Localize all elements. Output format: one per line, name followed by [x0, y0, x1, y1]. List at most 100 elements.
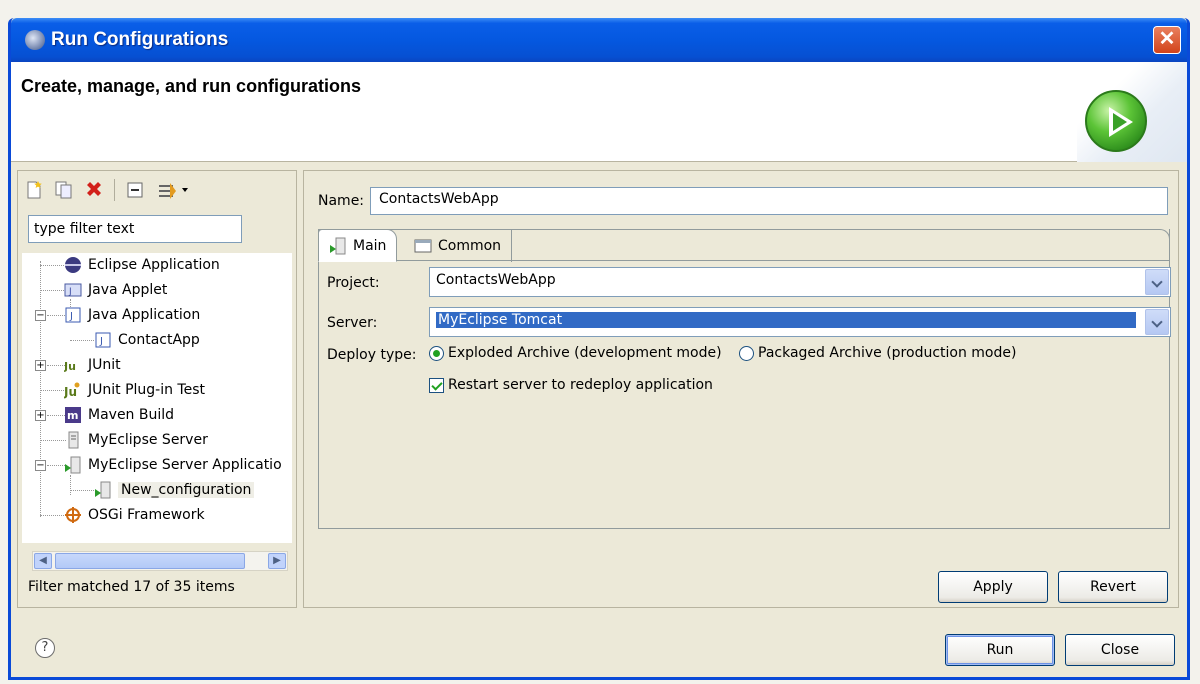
- restart-server-option[interactable]: Restart server to redeploy application: [429, 377, 713, 393]
- tab-content: Project: ContactsWebApp Server: MyEclips…: [318, 229, 1171, 529]
- tree-item-label: JUnit: [88, 357, 121, 373]
- filter-icon: [159, 183, 188, 199]
- deploy-packaged-option[interactable]: Packaged Archive (production mode): [739, 345, 1016, 361]
- tree-item-contactapp[interactable]: J ContactApp: [94, 328, 200, 352]
- close-button[interactable]: Close: [1065, 634, 1175, 666]
- chevron-down-icon[interactable]: [1145, 269, 1169, 295]
- delete-config-button[interactable]: [82, 178, 106, 202]
- tree-item-junit[interactable]: Ju JUnit: [64, 353, 121, 377]
- tree-item-new-configuration[interactable]: New_configuration: [94, 478, 255, 502]
- osgi-icon: [65, 507, 81, 523]
- junit-icon: Ju: [64, 360, 76, 373]
- filter-menu-button[interactable]: [153, 178, 193, 202]
- collapse-all-button[interactable]: [123, 178, 147, 202]
- config-toolbar: [22, 175, 193, 205]
- window-title: Run Configurations: [51, 29, 229, 50]
- tab-main-label: Main: [353, 237, 387, 254]
- new-config-button[interactable]: [22, 178, 46, 202]
- help-icon[interactable]: ?: [35, 638, 55, 658]
- tree-item-label: Eclipse Application: [88, 257, 220, 273]
- title-bar[interactable]: Run Configurations ✕: [11, 18, 1187, 62]
- server-value: MyEclipse Tomcat: [436, 312, 1136, 328]
- collapse-toggle[interactable]: −: [35, 460, 46, 471]
- tab-common-label: Common: [438, 238, 502, 254]
- tree-item-label: JUnit Plug-in Test: [88, 382, 206, 398]
- server-select[interactable]: MyEclipse Tomcat: [429, 307, 1171, 337]
- configuration-tree: Eclipse Application J Java Applet − J Ja…: [22, 253, 292, 543]
- tree-item-junit-plugin-test[interactable]: Ju JUnit Plug-in Test: [64, 378, 205, 402]
- run-button[interactable]: Run: [945, 634, 1055, 666]
- delete-icon: [87, 182, 101, 196]
- eclipse-app-icon: [65, 257, 81, 273]
- server-icon: [68, 431, 79, 449]
- tree-item-label: New_configuration: [118, 482, 255, 498]
- server-label: Server:: [327, 315, 378, 331]
- chevron-down-icon[interactable]: [1145, 309, 1169, 335]
- java-applet-icon: J: [64, 283, 82, 297]
- tree-item-label: MyEclipse Server Applicatio: [88, 457, 282, 473]
- tab-common[interactable]: Common: [404, 230, 513, 262]
- exploded-label: Exploded Archive (development mode): [448, 345, 722, 361]
- filter-input[interactable]: [28, 215, 242, 243]
- scroll-left-icon[interactable]: ◀: [34, 553, 52, 569]
- server-app-icon: [95, 481, 111, 499]
- tree-item-eclipse-application[interactable]: Eclipse Application: [64, 253, 220, 277]
- revert-button[interactable]: Revert: [1058, 571, 1168, 603]
- toolbar-separator: [114, 179, 115, 201]
- svg-text:J: J: [69, 311, 73, 322]
- junit-plugin-icon: Ju: [64, 382, 80, 399]
- svg-text:Ju: Ju: [64, 385, 77, 399]
- deploy-type-label: Deploy type:: [327, 347, 417, 363]
- server-app-icon: [65, 456, 81, 474]
- run-configurations-window: Run Configurations ✕ Create, manage, and…: [8, 18, 1190, 680]
- packaged-radio[interactable]: [739, 345, 754, 361]
- tree-guide: [70, 475, 71, 495]
- maven-icon: m: [65, 407, 81, 423]
- common-tab-icon: [414, 239, 432, 253]
- exploded-radio[interactable]: [429, 345, 444, 361]
- tree-item-label: Java Applet: [88, 282, 168, 298]
- java-class-icon: J: [95, 332, 111, 348]
- project-select[interactable]: ContactsWebApp: [429, 267, 1171, 297]
- tree-item-java-application[interactable]: J Java Application: [64, 303, 200, 327]
- configuration-list-panel: Eclipse Application J Java Applet − J Ja…: [17, 170, 297, 608]
- tree-item-osgi-framework[interactable]: OSGi Framework: [64, 503, 205, 527]
- svg-text:J: J: [68, 287, 72, 297]
- tree-horizontal-scrollbar[interactable]: ◀ ▶: [32, 551, 288, 571]
- project-value: ContactsWebApp: [436, 272, 556, 288]
- expand-toggle[interactable]: +: [35, 360, 46, 371]
- apply-button[interactable]: Apply: [938, 571, 1048, 603]
- tree-item-myeclipse-server[interactable]: MyEclipse Server: [64, 428, 208, 452]
- scroll-thumb[interactable]: [55, 553, 245, 569]
- tree-item-label: Maven Build: [88, 407, 175, 423]
- server-app-icon: [330, 237, 346, 254]
- tree-item-label: Java Application: [88, 307, 201, 323]
- deploy-exploded-option[interactable]: Exploded Archive (development mode): [429, 345, 722, 361]
- project-label: Project:: [327, 275, 380, 291]
- scroll-right-icon[interactable]: ▶: [268, 553, 286, 569]
- name-label: Name:: [318, 193, 365, 209]
- configuration-editor-panel: Name: ContactsWebApp Project: ContactsWe…: [303, 170, 1179, 608]
- svg-text:Ju: Ju: [64, 360, 76, 373]
- tree-item-myeclipse-server-application[interactable]: MyEclipse Server Applicatio: [64, 453, 282, 477]
- tree-item-label: OSGi Framework: [88, 507, 205, 523]
- svg-text:m: m: [67, 409, 78, 422]
- duplicate-config-button[interactable]: [52, 178, 76, 202]
- collapse-toggle[interactable]: −: [35, 310, 46, 321]
- packaged-label: Packaged Archive (production mode): [758, 345, 1017, 361]
- new-config-icon: [27, 181, 42, 199]
- close-window-button[interactable]: ✕: [1153, 26, 1181, 54]
- run-icon: [1085, 90, 1147, 152]
- tab-strip: Main Common: [318, 229, 1170, 262]
- expand-toggle[interactable]: +: [35, 410, 46, 421]
- name-input[interactable]: ContactsWebApp: [370, 187, 1168, 215]
- tree-item-label: ContactApp: [118, 332, 200, 348]
- svg-text:J: J: [99, 336, 103, 347]
- tree-item-label: MyEclipse Server: [88, 432, 208, 448]
- tab-main[interactable]: Main: [318, 229, 398, 262]
- restart-checkbox[interactable]: [429, 377, 444, 393]
- restart-label: Restart server to redeploy application: [448, 377, 713, 393]
- tree-item-maven-build[interactable]: m Maven Build: [64, 403, 174, 427]
- dialog-banner: Create, manage, and run configurations: [11, 62, 1187, 162]
- tree-item-java-applet[interactable]: J Java Applet: [64, 278, 167, 302]
